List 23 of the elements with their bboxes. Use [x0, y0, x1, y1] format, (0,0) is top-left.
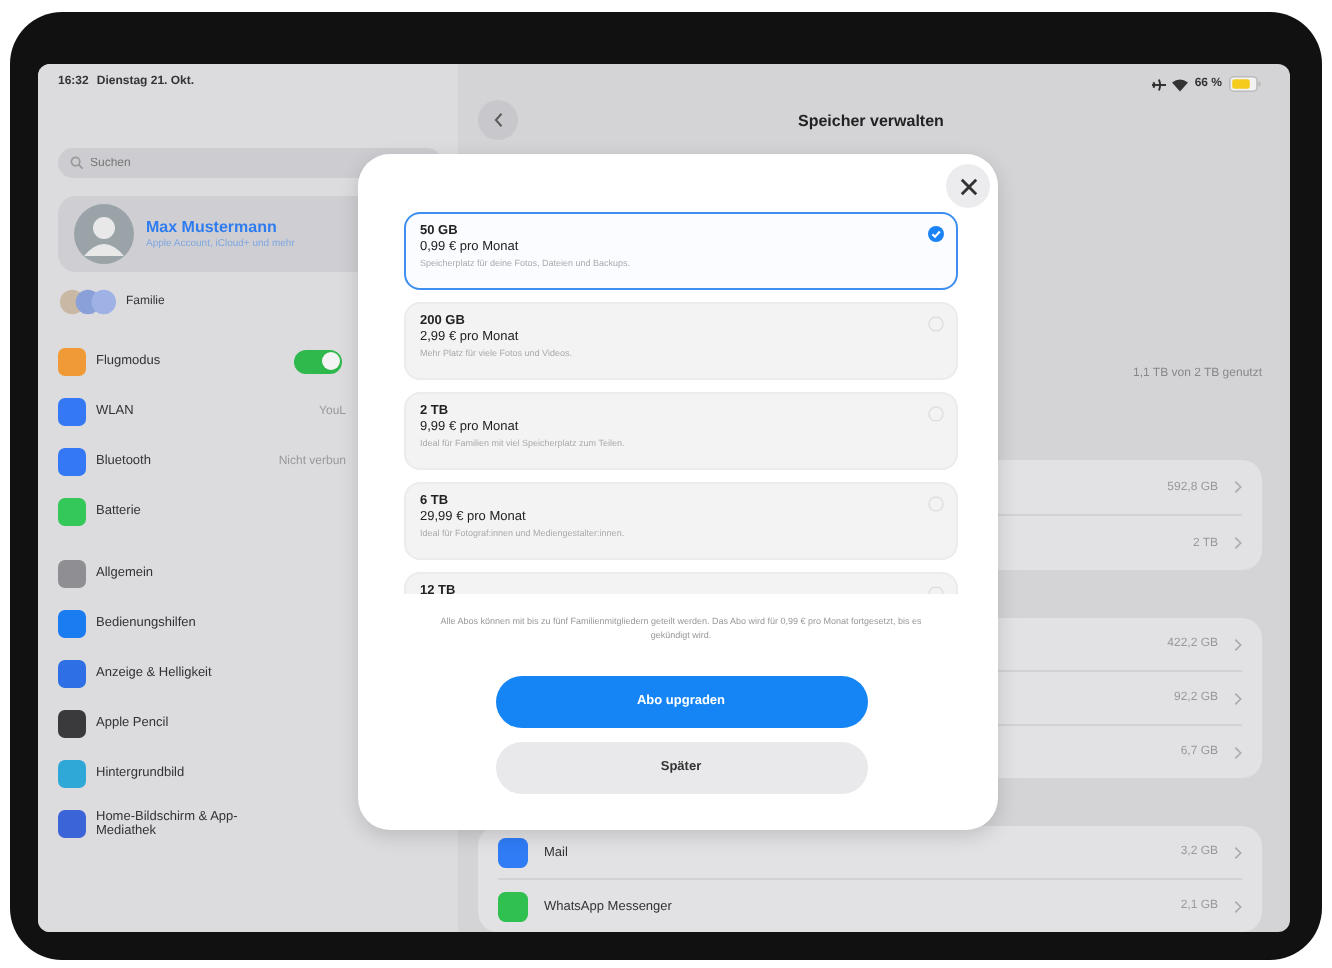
chevron-icon[interactable]	[1234, 691, 1242, 705]
settings-app-icon[interactable]	[58, 809, 86, 837]
battery-icon	[1228, 76, 1262, 92]
toggle-switch[interactable]	[294, 349, 342, 373]
chevron-icon[interactable]	[1234, 745, 1242, 759]
chevron-icon[interactable]	[1234, 637, 1242, 651]
chevron-icon[interactable]	[1234, 899, 1242, 913]
close-button[interactable]	[946, 164, 990, 208]
avatar-icon	[74, 204, 134, 264]
chevron-left-icon	[493, 112, 503, 128]
chevron-icon[interactable]	[1234, 480, 1242, 494]
back-button[interactable]	[478, 100, 518, 140]
wifi-icon	[1172, 77, 1189, 91]
chevron-icon[interactable]	[1234, 845, 1242, 859]
airplane-icon	[1152, 77, 1167, 91]
close-icon	[959, 177, 977, 195]
chevron-icon[interactable]	[1234, 536, 1242, 550]
page-title: Speicher verwalten	[798, 111, 944, 129]
settings-app-icon[interactable]	[58, 709, 86, 737]
family-avatars-icon	[58, 288, 118, 316]
checkmark-icon	[928, 226, 944, 242]
profile-name: Max Mustermann	[146, 218, 279, 236]
search-icon	[70, 156, 84, 170]
